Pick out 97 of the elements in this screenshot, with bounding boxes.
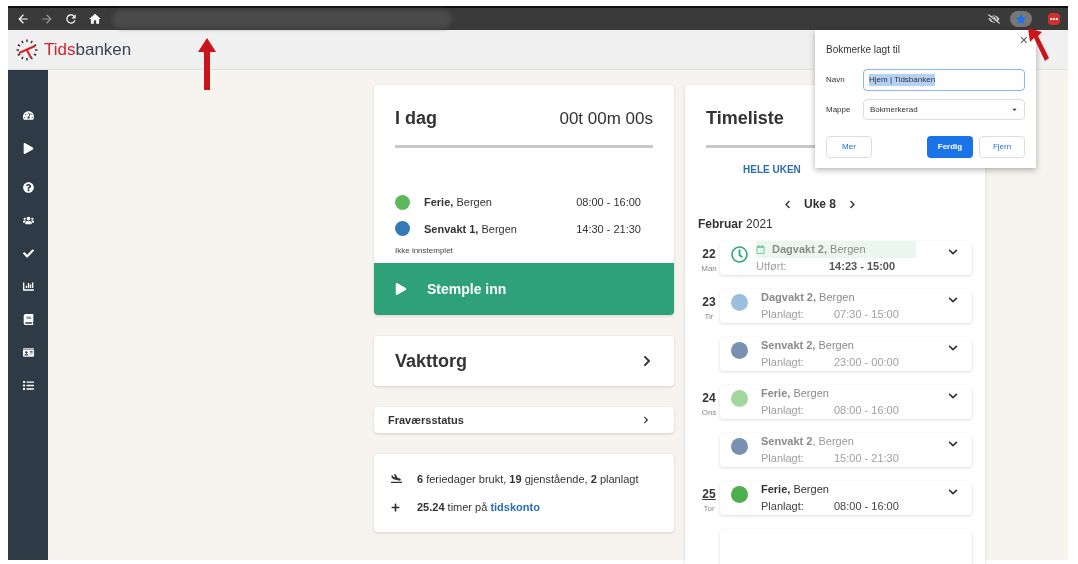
expand-icon[interactable] <box>948 247 958 257</box>
shift-label: Planlagt: <box>761 355 805 370</box>
shift-time: 15:00 - 21:30 <box>834 451 899 466</box>
clock-in-button[interactable]: Stemple inn <box>374 263 674 315</box>
star-icon <box>1016 14 1026 24</box>
arrow-icon <box>198 38 216 90</box>
shift-time: 08:00 - 16:00 <box>576 195 641 210</box>
extension-icon[interactable] <box>1048 13 1060 25</box>
week-label: Uke 8 <box>804 196 836 213</box>
vacation-summary: 6 feriedager brukt, 19 gjenstående, 2 planlagt <box>417 471 639 487</box>
shift-label: Planlagt: <box>761 451 805 466</box>
arrow-icon <box>1026 26 1050 64</box>
month-label: Februar 2021 <box>698 216 774 233</box>
timer: 00t 00m 00s <box>559 107 653 130</box>
vakttorg-card[interactable]: Vakttorg <box>374 336 674 386</box>
expand-icon[interactable] <box>948 391 958 401</box>
weekday: Tir <box>704 311 714 323</box>
shift-name: Senvakt 2, Bergen <box>761 434 854 449</box>
clock-icon <box>731 246 748 263</box>
popup-button[interactable]: Ferdig <box>927 136 973 158</box>
popup-title: Bokmerke lagt til <box>826 43 901 57</box>
popup-button[interactable]: Mer <box>826 136 872 158</box>
shift-label: Planlagt: <box>761 403 805 418</box>
logo-icon <box>16 38 38 61</box>
card-title: Vakttorg <box>395 349 468 373</box>
question-icon[interactable] <box>22 182 34 193</box>
bar-chart-icon[interactable] <box>22 281 34 292</box>
shift-label: Utført: <box>756 259 788 274</box>
day-number: 25 <box>702 486 716 503</box>
field-label: Navn <box>826 74 846 86</box>
weekday: Ons <box>701 407 717 419</box>
shift-time: 08:00 - 16:00 <box>834 403 899 418</box>
brand-name: Tidsbanken <box>44 38 132 61</box>
shift-card[interactable]: Dagvakt 2, Bergen Planlagt: 07:30 - 15:00 <box>720 289 972 323</box>
next-week-icon[interactable] <box>848 199 857 209</box>
eye-off-icon[interactable] <box>988 13 1000 25</box>
play-icon <box>395 283 407 295</box>
card-title: Fraværsstatus <box>388 412 464 428</box>
bookmark-star-button[interactable] <box>1010 11 1032 27</box>
forward-icon[interactable] <box>40 12 54 26</box>
weekday: Tor <box>703 503 715 515</box>
card-title: I dag <box>395 107 437 130</box>
weekday: Man <box>701 263 717 275</box>
dropdown-icon <box>1011 106 1018 113</box>
shift-name: Senvakt 2, Bergen <box>761 338 854 353</box>
close-button[interactable]: × <box>1019 30 1028 51</box>
shift-card[interactable]: Dagvakt 2, Bergen Utført: 14:23 - 15:00 <box>720 241 972 275</box>
dashboard-icon[interactable] <box>22 110 34 121</box>
folder-select[interactable]: Bokmerkerad <box>863 99 1025 120</box>
shift-name: Ferie, Bergen <box>424 195 493 210</box>
shift-name: Ferie, Bergen <box>761 482 829 497</box>
back-icon[interactable] <box>16 12 30 26</box>
clock-status: Ikke innstemplet <box>395 245 454 257</box>
shift-time: 14:30 - 21:30 <box>576 221 641 237</box>
popup-button[interactable]: Fjern <box>979 136 1025 158</box>
play-icon[interactable] <box>22 143 34 154</box>
day-number: 22 <box>702 246 716 263</box>
day-number: 23 <box>702 294 716 311</box>
shift-name: Senvakt 1, Bergen <box>424 221 518 237</box>
name-field[interactable]: Hjem | Tidsbanken <box>863 69 1025 91</box>
plus-icon <box>391 502 400 512</box>
shift-card[interactable]: Senvakt 2, Bergen Planlagt: 23:00 - 00:00 <box>720 337 972 371</box>
expand-icon[interactable] <box>948 487 958 497</box>
book-icon[interactable] <box>22 314 34 325</box>
reload-icon[interactable] <box>64 12 78 26</box>
account-link[interactable]: tidskonto <box>490 501 540 513</box>
expand-icon[interactable] <box>948 343 958 353</box>
shift-time: 08:00 - 16:00 <box>834 499 899 514</box>
list-icon[interactable] <box>22 380 34 391</box>
home-icon[interactable] <box>88 12 102 26</box>
field-label: Mappe <box>826 103 852 116</box>
expand-icon[interactable] <box>948 439 958 449</box>
shift-name: Dagvakt 2, Bergen <box>772 242 866 257</box>
check-icon[interactable] <box>22 248 34 259</box>
plane-icon <box>391 473 402 485</box>
card-title: Timeliste <box>706 108 784 128</box>
shift-time: 14:23 - 15:00 <box>829 259 896 274</box>
week-tab[interactable]: HELE UKEN <box>743 164 801 175</box>
day-number: 24 <box>702 390 716 407</box>
expand-icon[interactable] <box>948 295 958 305</box>
shift-name: Dagvakt 2, Bergen <box>761 290 855 305</box>
account-summary: 25.24 timer på tidskonto <box>417 500 540 515</box>
shift-card[interactable]: Ferie, Bergen Planlagt: 08:00 - 16:00 <box>720 481 972 515</box>
shift-name: Ferie, Bergen <box>761 386 829 401</box>
id-card-icon[interactable] <box>22 347 34 358</box>
shift-time: 07:30 - 15:00 <box>834 307 899 322</box>
shift-card[interactable]: Ferie, Bergen Planlagt: 08:00 - 16:00 <box>720 385 972 419</box>
absence-card[interactable]: Fraværsstatus <box>374 407 674 433</box>
shift-card[interactable]: Senvakt 2, Bergen Planlagt: 15:00 - 21:30 <box>720 433 972 467</box>
shift-label: Planlagt: <box>761 499 805 514</box>
shift-label: Planlagt: <box>761 307 805 322</box>
previous-week-icon[interactable] <box>783 199 792 209</box>
calendar-icon <box>756 245 765 254</box>
chevron-right-icon <box>641 355 653 367</box>
users-icon[interactable] <box>22 215 34 226</box>
chevron-right-icon <box>642 416 650 424</box>
shift-time: 23:00 - 00:00 <box>834 355 899 370</box>
